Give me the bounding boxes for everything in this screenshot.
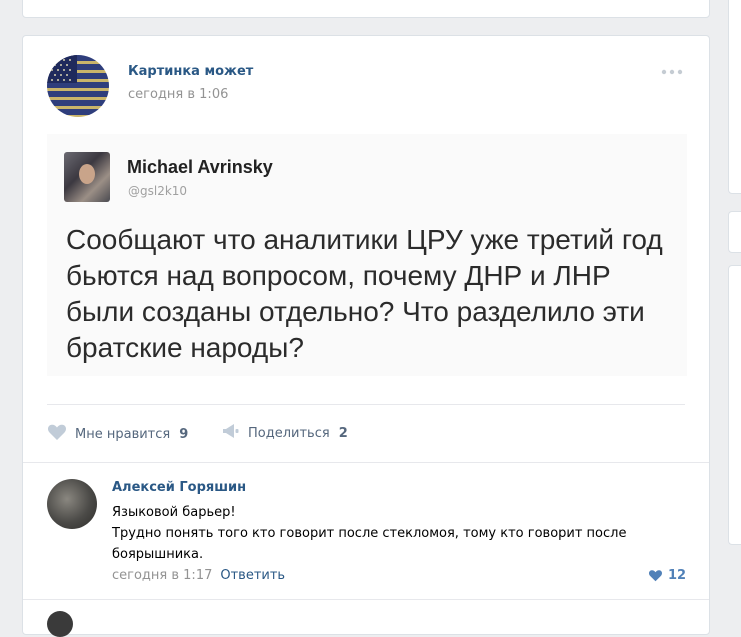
megaphone-icon [222, 423, 240, 443]
comment-like-button[interactable]: 12 [648, 568, 686, 583]
share-label: Поделиться [248, 425, 330, 441]
comments-divider [23, 462, 709, 463]
heart-icon [47, 423, 67, 445]
comment-line: Трудно понять того кто говорит после сте… [112, 526, 627, 562]
tweet-author-handle: @gsl2k10 [128, 184, 188, 198]
heart-icon [648, 570, 663, 582]
reply-button[interactable]: Ответить [220, 568, 285, 583]
like-count: 9 [179, 426, 189, 442]
next-comment-avatar[interactable] [47, 611, 73, 637]
comment-author-link[interactable]: Алексей Горяшин [112, 480, 246, 495]
comment-timestamp[interactable]: сегодня в 1:17 [112, 568, 212, 583]
like-button[interactable]: Мне нравится 9 [47, 423, 188, 445]
tweet-text: Сообщают что аналитики ЦРУ уже третий го… [66, 224, 663, 363]
comment-text: Языковой барьер! Трудно понять того кто … [112, 502, 692, 565]
like-label: Мне нравится [75, 426, 171, 442]
tweet-author-avatar [64, 152, 110, 202]
side-panel-card [728, 211, 741, 253]
tweet-author-name: Michael Avrinsky [127, 157, 273, 177]
previous-post-card [22, 0, 710, 18]
flag-canton [47, 55, 77, 83]
more-dots-icon[interactable] [660, 66, 686, 78]
share-button[interactable]: Поделиться 2 [222, 423, 348, 443]
group-avatar[interactable] [47, 55, 109, 117]
comment-author-avatar[interactable] [47, 479, 97, 529]
side-panel-card [728, 0, 741, 194]
share-count: 2 [338, 425, 348, 441]
comment-like-count: 12 [668, 568, 687, 583]
post-timestamp[interactable]: сегодня в 1:06 [128, 87, 228, 102]
post-author-link[interactable]: Картинка может [128, 64, 253, 79]
comment-meta: сегодня в 1:17 Ответить [112, 568, 285, 583]
post-divider [47, 404, 685, 405]
comments-divider [23, 599, 709, 600]
side-panel-card [728, 265, 741, 545]
comment-line: Языковой барьер! [112, 505, 236, 520]
